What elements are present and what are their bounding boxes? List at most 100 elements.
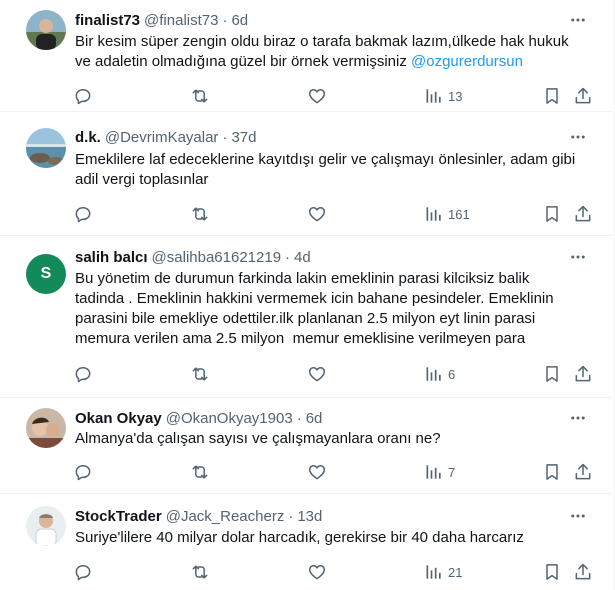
bookmark-icon [542, 562, 562, 582]
like-icon [307, 364, 327, 384]
like-icon [307, 462, 327, 482]
author-name[interactable]: StockTrader [75, 508, 162, 525]
tweet[interactable]: finalist73 @finalist73 · 6d Bir kesim sü… [0, 0, 612, 112]
tweet[interactable]: d.k. @DevrimKayalar · 37d Emeklilere laf… [0, 112, 612, 236]
bookmark-button[interactable] [542, 560, 562, 584]
views-button[interactable]: 21 [424, 560, 462, 584]
reply-button[interactable] [73, 362, 93, 386]
author-name[interactable]: salih balcı [75, 249, 148, 266]
avatar[interactable] [26, 10, 66, 50]
like-button[interactable] [307, 362, 327, 386]
retweet-icon [190, 86, 210, 106]
more-icon[interactable] [566, 408, 590, 428]
separator-dot: · [288, 507, 294, 525]
tweet-text-line: tadinda . Emeklinin hakkini vermemek ici… [75, 290, 554, 307]
tweet-header: Okan Okyay @OkanOkyay1903 · 6d [75, 408, 322, 428]
tweet-text-line: ve adaletin olmadığına güzel bir örnek v… [75, 53, 411, 70]
tweet-actions: 161 [0, 202, 612, 226]
tweet-time[interactable]: 13d [297, 508, 322, 525]
tweet-header: StockTrader @Jack_Reacherz · 13d [75, 506, 322, 526]
tweet-text-line: memura verilen ama 2.5 milyon memur emek… [75, 330, 526, 347]
avatar[interactable] [26, 506, 66, 546]
like-button[interactable] [307, 202, 327, 226]
share-icon [573, 204, 593, 224]
share-icon [573, 364, 593, 384]
like-icon [307, 86, 327, 106]
retweet-icon [190, 562, 210, 582]
more-icon[interactable] [566, 10, 590, 30]
tweet-text-line: adil vergi toplasınlar [75, 171, 209, 188]
retweet-icon [190, 204, 210, 224]
author-handle[interactable]: @salihba61621219 [152, 249, 282, 266]
retweet-button[interactable] [190, 362, 210, 386]
views-icon [424, 462, 444, 482]
reply-icon [73, 204, 93, 224]
reply-button[interactable] [73, 84, 93, 108]
like-button[interactable] [307, 84, 327, 108]
tweet-text: Suriye'lilere 40 milyar dolar harcadık, … [75, 528, 595, 548]
share-button[interactable] [573, 560, 593, 584]
like-button[interactable] [307, 460, 327, 484]
reply-icon [73, 86, 93, 106]
retweet-button[interactable] [190, 560, 210, 584]
tweet-time[interactable]: 6d [231, 12, 248, 29]
bookmark-button[interactable] [542, 84, 562, 108]
retweet-button[interactable] [190, 460, 210, 484]
more-icon[interactable] [566, 127, 590, 147]
author-name[interactable]: finalist73 [75, 12, 140, 29]
reply-button[interactable] [73, 202, 93, 226]
tweet[interactable]: StockTrader @Jack_Reacherz · 13d Suriye'… [0, 494, 612, 590]
views-button[interactable]: 6 [424, 362, 455, 386]
separator-dot: · [222, 11, 228, 29]
tweet[interactable]: S salih balcı @salihba61621219 · 4d Bu y… [0, 236, 612, 398]
bookmark-button[interactable] [542, 202, 562, 226]
bookmark-button[interactable] [542, 362, 562, 386]
bookmark-icon [542, 86, 562, 106]
share-icon [573, 86, 593, 106]
avatar[interactable]: S [26, 254, 66, 294]
tweet[interactable]: Okan Okyay @OkanOkyay1903 · 6d Almanya'd… [0, 398, 612, 494]
views-icon [424, 364, 444, 384]
tweet-time[interactable]: 37d [231, 129, 256, 146]
reply-icon [73, 462, 93, 482]
tweet-text-line: Almanya'da çalışan sayısı ve çalışmayanl… [75, 430, 441, 447]
tweet-time[interactable]: 4d [294, 249, 311, 266]
avatar[interactable] [26, 408, 66, 448]
tweet-text: Bir kesim süper zengin oldu biraz o tara… [75, 32, 595, 72]
bookmark-icon [542, 204, 562, 224]
avatar[interactable] [26, 128, 66, 168]
share-button[interactable] [573, 202, 593, 226]
views-icon [424, 562, 444, 582]
author-name[interactable]: Okan Okyay [75, 410, 162, 427]
separator-dot: · [222, 128, 228, 146]
mention-link[interactable]: @ozgurerdursun [411, 53, 523, 70]
views-button[interactable]: 161 [424, 202, 470, 226]
author-handle[interactable]: @finalist73 [144, 12, 218, 29]
tweet-time[interactable]: 6d [306, 410, 323, 427]
author-handle[interactable]: @OkanOkyay1903 [166, 410, 293, 427]
views-count: 6 [448, 366, 456, 382]
views-count: 7 [448, 464, 456, 480]
views-button[interactable]: 7 [424, 460, 455, 484]
more-icon[interactable] [566, 506, 590, 526]
views-count: 21 [448, 564, 463, 580]
views-button[interactable]: 13 [424, 84, 462, 108]
share-button[interactable] [573, 84, 593, 108]
like-button[interactable] [307, 560, 327, 584]
retweet-button[interactable] [190, 202, 210, 226]
bookmark-button[interactable] [542, 460, 562, 484]
author-handle[interactable]: @DevrimKayalar [105, 129, 219, 146]
more-icon[interactable] [566, 247, 590, 267]
share-button[interactable] [573, 460, 593, 484]
retweet-button[interactable] [190, 84, 210, 108]
tweet-text: Emeklilere laf edeceklerine kayıtdışı ge… [75, 150, 595, 190]
retweet-icon [190, 364, 210, 384]
reply-button[interactable] [73, 460, 93, 484]
author-handle[interactable]: @Jack_Reacherz [166, 508, 285, 525]
share-button[interactable] [573, 362, 593, 386]
author-name[interactable]: d.k. [75, 129, 101, 146]
reply-button[interactable] [73, 560, 93, 584]
reply-icon [73, 364, 93, 384]
like-icon [307, 204, 327, 224]
reply-icon [73, 562, 93, 582]
